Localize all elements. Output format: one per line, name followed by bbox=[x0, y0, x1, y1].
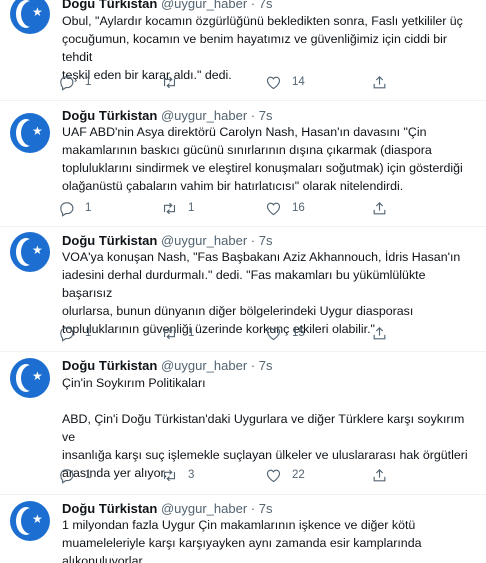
star-icon: ★ bbox=[32, 243, 43, 257]
reply-icon bbox=[60, 468, 74, 484]
reply-count: 1 bbox=[85, 202, 92, 214]
like-button[interactable]: 16 bbox=[265, 198, 305, 218]
reply-count: 1 bbox=[85, 76, 92, 88]
avatar[interactable]: ★ bbox=[10, 501, 50, 541]
tweet-actions: 1 1 15 bbox=[58, 323, 458, 343]
share-icon bbox=[373, 201, 386, 214]
tweet-time[interactable]: 7s bbox=[259, 108, 273, 123]
tweet[interactable]: ★ Doğu Türkistan @uygur_haber · 7s 1 mil… bbox=[0, 495, 486, 563]
share-button[interactable] bbox=[371, 198, 388, 218]
author-handle[interactable]: @uygur_haber bbox=[161, 0, 247, 11]
reply-icon bbox=[60, 326, 74, 342]
author-handle[interactable]: @uygur_haber bbox=[161, 358, 247, 373]
share-button[interactable] bbox=[371, 72, 388, 92]
retweet-icon bbox=[163, 327, 176, 339]
like-button[interactable]: 15 bbox=[265, 323, 305, 343]
share-button[interactable] bbox=[371, 323, 388, 343]
share-button[interactable] bbox=[371, 465, 388, 485]
like-button[interactable]: 22 bbox=[265, 465, 305, 485]
retweet-button[interactable]: 1 bbox=[161, 198, 194, 218]
tweet-actions: 1 1 16 bbox=[58, 198, 458, 218]
author-name[interactable]: Doğu Türkistan bbox=[62, 233, 157, 248]
author-handle[interactable]: @uygur_haber bbox=[161, 108, 247, 123]
author-name[interactable]: Doğu Türkistan bbox=[62, 108, 157, 123]
reply-icon bbox=[60, 201, 74, 217]
star-icon: ★ bbox=[32, 512, 43, 526]
author-name[interactable]: Doğu Türkistan bbox=[62, 0, 157, 11]
separator-dot: · bbox=[250, 108, 256, 123]
star-icon: ★ bbox=[32, 124, 43, 138]
tweet[interactable]: ★ Doğu Türkistan @uygur_haber · 7s Çin'i… bbox=[0, 352, 486, 495]
avatar[interactable]: ★ bbox=[10, 113, 50, 153]
separator-dot: · bbox=[250, 233, 256, 248]
author-handle[interactable]: @uygur_haber bbox=[161, 233, 247, 248]
share-icon bbox=[373, 75, 386, 88]
tweet-text: UAF ABD'nin Asya direktörü Carolyn Nash,… bbox=[62, 125, 463, 193]
tweet-header: Doğu Türkistan @uygur_haber · 7s bbox=[62, 357, 273, 375]
like-count: 14 bbox=[292, 76, 305, 88]
tweet[interactable]: ★ Doğu Türkistan @uygur_haber · 7s VOA'y… bbox=[0, 227, 486, 352]
retweet-count: 3 bbox=[188, 469, 195, 481]
avatar[interactable]: ★ bbox=[10, 0, 50, 34]
tweet-actions: 1 14 bbox=[58, 72, 458, 92]
author-name[interactable]: Doğu Türkistan bbox=[62, 358, 157, 373]
tweet[interactable]: ★ Doğu Türkistan @uygur_haber · 7s Obul,… bbox=[0, 0, 486, 108]
star-icon: ★ bbox=[32, 5, 43, 19]
like-count: 22 bbox=[292, 469, 305, 481]
tweet-time[interactable]: 7s bbox=[259, 501, 273, 516]
like-icon bbox=[266, 76, 281, 89]
reply-count: 1 bbox=[85, 327, 92, 339]
separator-dot: · bbox=[250, 358, 256, 373]
like-count: 15 bbox=[292, 327, 305, 339]
share-icon bbox=[373, 468, 386, 481]
author-name[interactable]: Doğu Türkistan bbox=[62, 501, 157, 516]
retweet-count: 1 bbox=[188, 327, 195, 339]
reply-count: 1 bbox=[85, 469, 92, 481]
reply-icon bbox=[60, 75, 74, 91]
retweet-icon bbox=[163, 76, 176, 88]
reply-button[interactable]: 1 bbox=[58, 72, 91, 92]
tweet-time[interactable]: 7s bbox=[259, 0, 273, 11]
like-count: 16 bbox=[292, 202, 305, 214]
timeline: ★ Doğu Türkistan @uygur_haber · 7s Obul,… bbox=[0, 0, 486, 563]
avatar[interactable]: ★ bbox=[10, 232, 50, 272]
star-icon: ★ bbox=[32, 369, 43, 383]
tweet-time[interactable]: 7s bbox=[259, 233, 273, 248]
retweet-button[interactable]: 3 bbox=[161, 465, 194, 485]
like-button[interactable]: 14 bbox=[265, 72, 305, 92]
retweet-count: 1 bbox=[188, 202, 195, 214]
like-icon bbox=[266, 202, 281, 215]
tweet-text: 1 milyondan fazla Uygur Çin makamlarının… bbox=[62, 518, 422, 563]
tweet-time[interactable]: 7s bbox=[259, 358, 273, 373]
tweet[interactable]: ★ Doğu Türkistan @uygur_haber · 7s UAF A… bbox=[0, 101, 486, 227]
reply-button[interactable]: 1 bbox=[58, 323, 91, 343]
retweet-icon bbox=[163, 469, 176, 481]
retweet-icon bbox=[163, 202, 176, 214]
reply-button[interactable]: 1 bbox=[58, 465, 91, 485]
separator-dot: · bbox=[250, 501, 256, 516]
reply-button[interactable]: 1 bbox=[58, 198, 91, 218]
like-icon bbox=[266, 327, 281, 340]
like-icon bbox=[266, 469, 281, 482]
separator-dot: · bbox=[250, 0, 256, 11]
retweet-button[interactable] bbox=[161, 72, 188, 92]
share-icon bbox=[373, 326, 386, 339]
author-handle[interactable]: @uygur_haber bbox=[161, 501, 247, 516]
tweet-actions: 1 3 22 bbox=[58, 465, 458, 485]
retweet-button[interactable]: 1 bbox=[161, 323, 194, 343]
avatar[interactable]: ★ bbox=[10, 358, 50, 398]
